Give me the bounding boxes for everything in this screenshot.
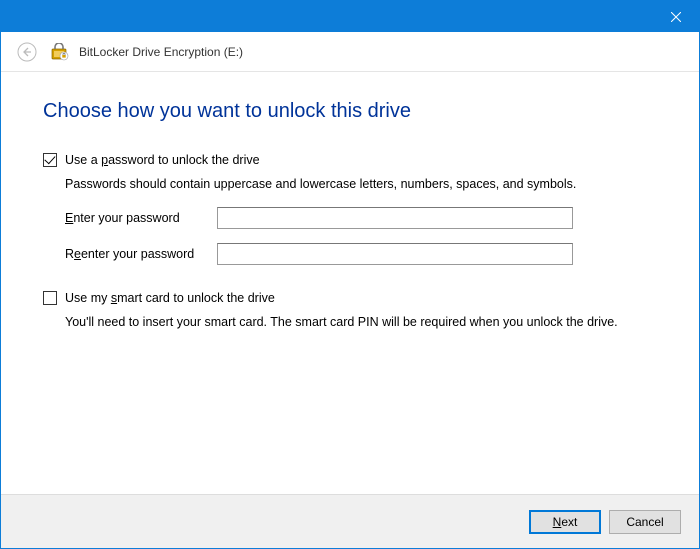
enter-password-row: Enter your password [65,207,657,229]
password-checkbox-label: Use a password to unlock the drive [65,153,260,167]
password-help-text: Passwords should contain uppercase and l… [65,177,657,191]
next-button[interactable]: Next [529,510,601,534]
smartcard-help-text: You'll need to insert your smart card. T… [65,315,657,329]
reenter-password-label: Reenter your password [65,247,205,261]
password-option-block: Use a password to unlock the drive Passw… [43,153,657,265]
page-title: BitLocker Drive Encryption (E:) [79,45,243,59]
bitlocker-wizard-window: BitLocker Drive Encryption (E:) Choose h… [0,0,700,549]
smartcard-option-block: Use my smart card to unlock the drive Yo… [43,291,657,329]
close-icon [671,12,681,22]
back-button[interactable] [13,38,41,66]
smartcard-checkbox-row[interactable]: Use my smart card to unlock the drive [43,291,657,305]
main-heading: Choose how you want to unlock this drive [43,100,657,123]
smartcard-checkbox[interactable] [43,291,57,305]
password-checkbox[interactable] [43,153,57,167]
smartcard-checkbox-label: Use my smart card to unlock the drive [65,291,275,305]
reenter-password-input[interactable] [217,243,573,265]
content-area: Choose how you want to unlock this drive… [1,72,699,494]
enter-password-input[interactable] [217,207,573,229]
footer-bar: Next Cancel [1,494,699,548]
back-arrow-icon [17,42,37,62]
reenter-password-row: Reenter your password [65,243,657,265]
password-checkbox-row[interactable]: Use a password to unlock the drive [43,153,657,167]
header-bar: BitLocker Drive Encryption (E:) [1,32,699,72]
bitlocker-icon [51,43,69,61]
enter-password-label: Enter your password [65,211,205,225]
close-button[interactable] [653,1,699,32]
cancel-button[interactable]: Cancel [609,510,681,534]
titlebar [1,1,699,32]
